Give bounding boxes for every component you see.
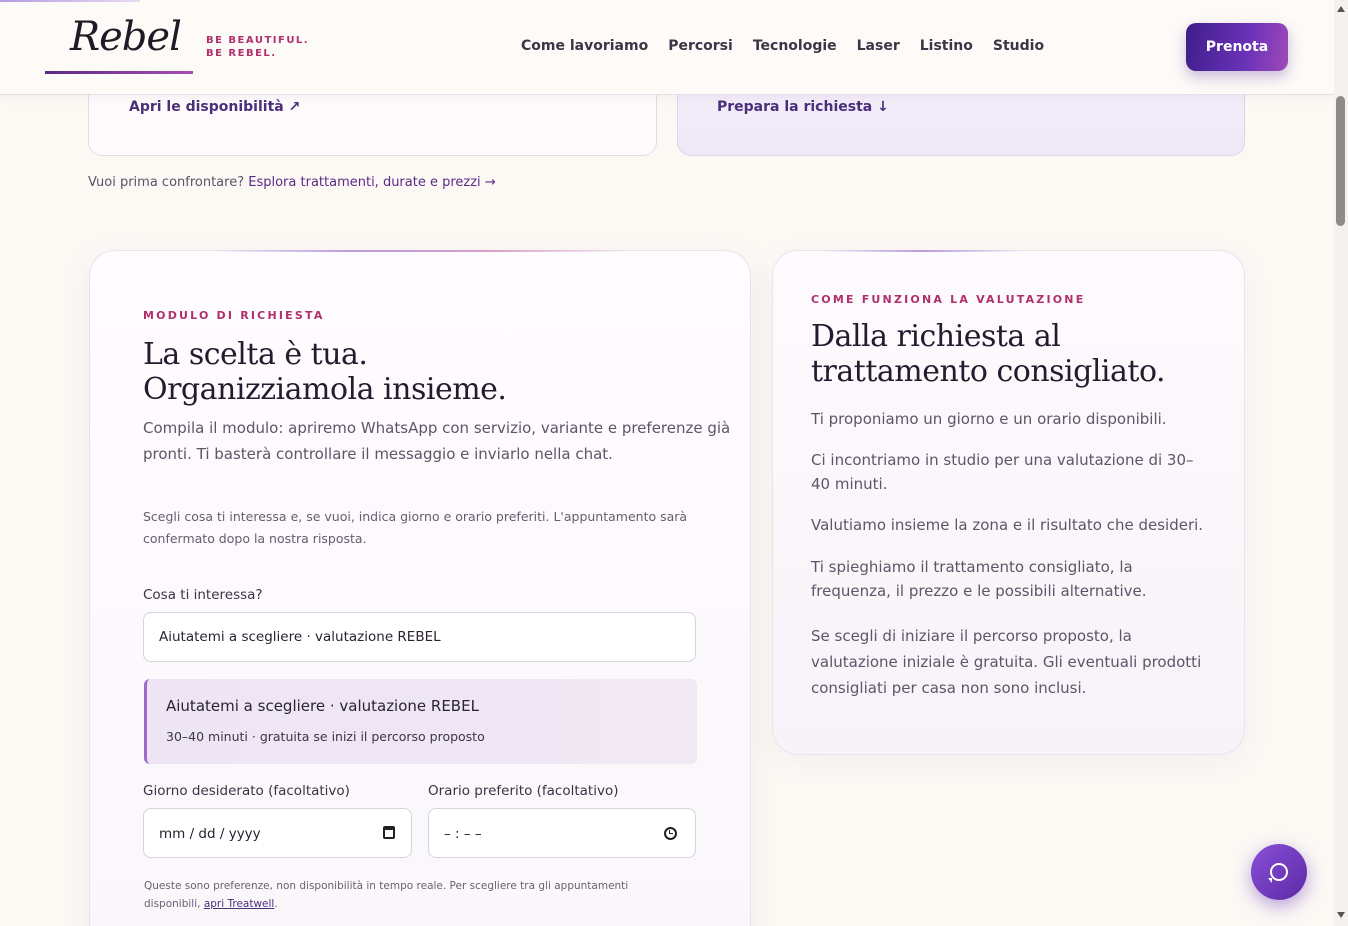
info-step-2: Ci incontriamo in studio per una valutaz… [811, 451, 1194, 493]
compare-prefix: Vuoi prima confrontare? [88, 175, 245, 190]
selected-service-title: Aiutatemi a scegliere · valutazione REBE… [166, 697, 479, 715]
time-input[interactable]: – : – – [428, 808, 696, 858]
info-note: Se scegli di iniziare il percorso propos… [811, 627, 1202, 697]
request-form-card: MODULO DI RICHIESTA La scelta è tua. Org… [89, 250, 751, 926]
explore-treatments-link[interactable]: Esplora trattamenti, durate e prezzi → [248, 175, 495, 190]
service-label: Cosa ti interessa? [143, 587, 263, 603]
info-title: Dalla richiesta al trattamento consiglia… [811, 319, 1166, 389]
scroll-down-icon[interactable] [1337, 912, 1345, 918]
form-title: La scelta è tua. Organizziamola insieme. [143, 337, 507, 407]
preferences-note: Queste sono preferenze, non disponibilit… [144, 880, 629, 910]
nav-laser[interactable]: Laser [857, 38, 900, 54]
form-eyebrow: MODULO DI RICHIESTA [143, 309, 325, 322]
prepare-request-link[interactable]: Prepara la richiesta ↓ [717, 99, 889, 115]
selected-service-details: 30–40 minuti · gratuita se inizi il perc… [166, 729, 485, 744]
tagline: BE BEAUTIFUL. BE REBEL. [206, 35, 310, 59]
info-step-1: Ti proponiamo un giorno e un orario disp… [811, 410, 1167, 428]
nav-come-lavoriamo[interactable]: Come lavoriamo [521, 38, 648, 54]
nav-tecnologie[interactable]: Tecnologie [753, 38, 837, 54]
info-step-3: Valutiamo insieme la zona e il risultato… [811, 516, 1204, 534]
scrollbar[interactable] [1334, 0, 1348, 926]
compare-line: Vuoi prima confrontare? Esplora trattame… [88, 175, 496, 190]
scroll-thumb[interactable] [1336, 96, 1345, 226]
info-step-4: Ti spieghiamo il trattamento consigliato… [811, 558, 1147, 600]
nav-percorsi[interactable]: Percorsi [668, 38, 733, 54]
logo-underline [45, 71, 193, 74]
day-label: Giorno desiderato (facoltativo) [143, 783, 350, 799]
time-placeholder: – : – – [444, 826, 482, 842]
form-hint: Scegli cosa ti interessa e, se vuoi, ind… [143, 509, 688, 546]
nav-listino[interactable]: Listino [920, 38, 973, 54]
time-label: Orario preferito (facoltativo) [428, 783, 619, 799]
form-accent-line [210, 250, 630, 252]
clock-icon[interactable] [664, 827, 677, 840]
evaluation-info-card: COME FUNZIONA LA VALUTAZIONE Dalla richi… [772, 250, 1245, 755]
prenota-button[interactable]: Prenota [1186, 23, 1288, 71]
header-accent-line [0, 0, 140, 2]
site-header: Rebel BE BEAUTIFUL. BE REBEL. Come lavor… [0, 0, 1334, 95]
day-placeholder: mm / dd / yyyy [159, 826, 261, 842]
form-lead: Compila il modulo: apriremo WhatsApp con… [143, 419, 731, 463]
service-select[interactable] [143, 612, 696, 662]
info-eyebrow: COME FUNZIONA LA VALUTAZIONE [811, 293, 1086, 306]
nav-studio[interactable]: Studio [993, 38, 1044, 54]
main-nav: Come lavoriamo Percorsi Tecnologie Laser… [521, 38, 1044, 54]
scroll-up-icon[interactable] [1337, 6, 1345, 12]
whatsapp-button[interactable] [1251, 844, 1307, 900]
whatsapp-icon [1268, 863, 1288, 883]
selected-service-summary: Aiutatemi a scegliere · valutazione REBE… [144, 679, 697, 764]
arrow-right-icon: → [484, 175, 496, 190]
open-availability-link[interactable]: Apri le disponibilità ↗ [129, 99, 300, 115]
info-accent-line [823, 250, 1023, 252]
day-input[interactable]: mm / dd / yyyy [143, 808, 412, 858]
logo[interactable]: Rebel [70, 14, 182, 74]
treatwell-link[interactable]: apri Treatwell [204, 898, 275, 910]
calendar-icon[interactable] [383, 826, 395, 839]
